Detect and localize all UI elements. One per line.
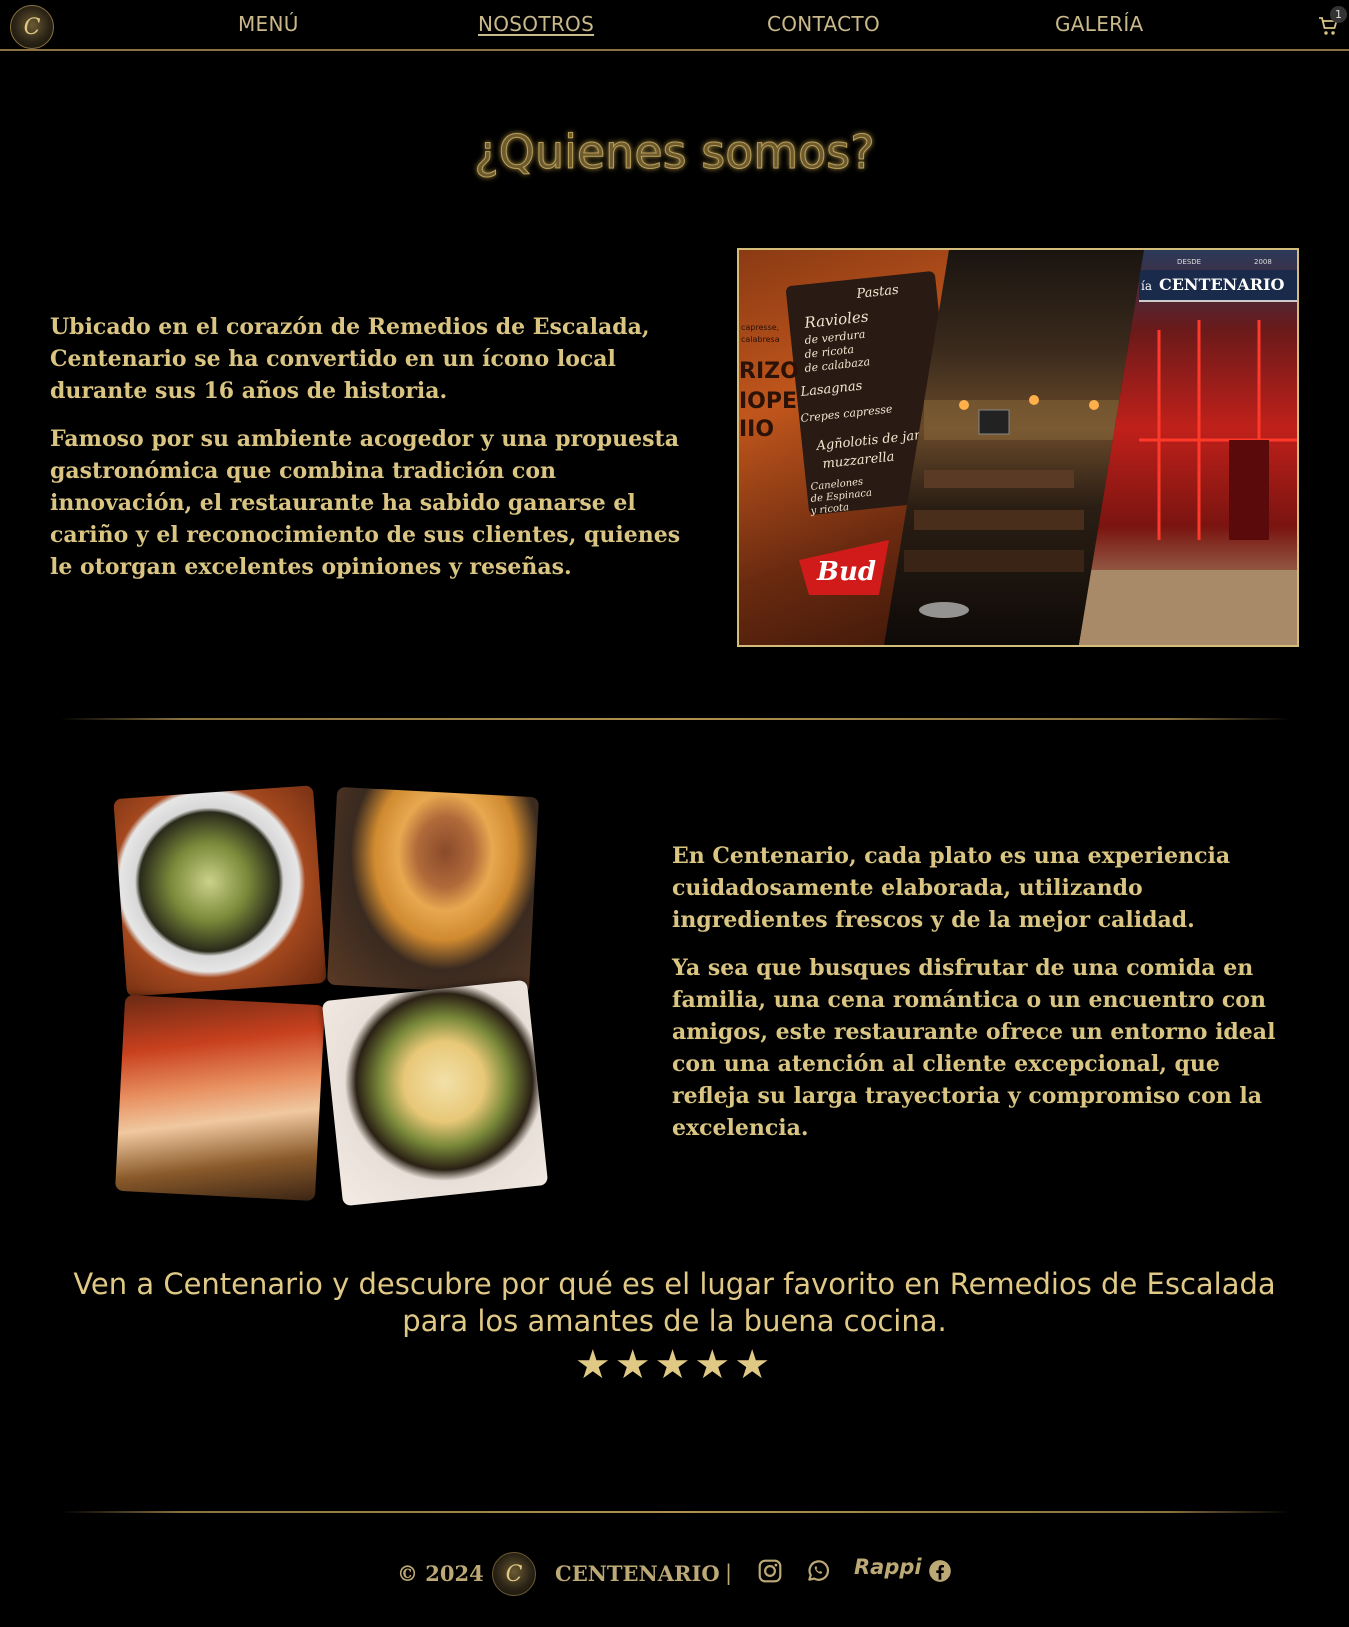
food-photo-steak-fries [326, 786, 540, 996]
footer: © 2024 C CENTENARIO | Rappi [0, 1552, 1349, 1602]
food-photo-pizza [115, 994, 325, 1202]
chalkboard-line: muzzarella [822, 450, 895, 472]
storefront-small-text: 2008 [1254, 258, 1272, 266]
side-text: IOPE [739, 389, 797, 414]
footer-logo-icon[interactable]: C [492, 1552, 536, 1596]
logo-letter: C [505, 1561, 523, 1587]
copyright-text: © 2024 [397, 1561, 484, 1586]
storefront-label: ía [1141, 279, 1152, 293]
footer-divider-text: | [725, 1561, 733, 1585]
logo-letter: C [23, 14, 41, 40]
footer-divider [60, 1511, 1290, 1513]
experience-paragraph-1: En Centenario, cada plato es una experie… [672, 843, 1231, 933]
facebook-icon[interactable] [927, 1558, 953, 1584]
nav-link-contacto[interactable]: CONTACTO [767, 12, 880, 36]
side-text: IIO [739, 417, 774, 442]
storefront-sign: CENTENARIO [1159, 275, 1284, 294]
side-text: capresse, [741, 323, 779, 332]
top-navigation: C MENÚ NOSOTROS CONTACTO GALERÍA 1 [0, 0, 1349, 51]
nav-link-nosotros[interactable]: NOSOTROS [478, 12, 594, 36]
chalkboard-line: Lasagnas [799, 379, 863, 401]
rappi-link[interactable]: Rappi [854, 1555, 922, 1579]
instagram-icon[interactable] [757, 1558, 783, 1584]
closing-statement: Ven a Centenario y descubre por qué es e… [73, 1267, 1276, 1338]
storefront-small-text: DESDE [1177, 258, 1201, 266]
experience-paragraph-2: Ya sea que busques disfrutar de una comi… [672, 955, 1276, 1141]
section-divider [60, 718, 1290, 720]
about-paragraph-1: Ubicado en el corazón de Remedios de Esc… [50, 314, 650, 404]
side-text: RIZO [739, 359, 799, 384]
chalkboard-line: Crepes capresse [800, 402, 894, 425]
rating-stars: ★★★★★ [574, 1342, 775, 1388]
restaurant-collage-image: Pastas Ravioles de verdura de ricota de … [737, 248, 1299, 647]
food-photo-pasta [321, 979, 549, 1207]
logo-icon[interactable]: C [10, 5, 54, 49]
food-photo-spinach-dish [113, 785, 327, 997]
footer-brand-name: CENTENARIO [555, 1561, 720, 1586]
cart-count-badge: 1 [1330, 6, 1347, 23]
chalkboard-line: Pastas [855, 283, 900, 302]
nav-link-galeria[interactable]: GALERÍA [1055, 12, 1144, 36]
nav-link-menu[interactable]: MENÚ [238, 12, 299, 36]
sign-text: Bud [816, 557, 876, 587]
about-paragraph-2: Famoso por su ambiente acogedor y una pr… [50, 426, 681, 580]
whatsapp-icon[interactable] [805, 1558, 831, 1584]
side-text: calabresa [741, 335, 780, 344]
page-title: ¿Quienes somos? [474, 125, 875, 180]
